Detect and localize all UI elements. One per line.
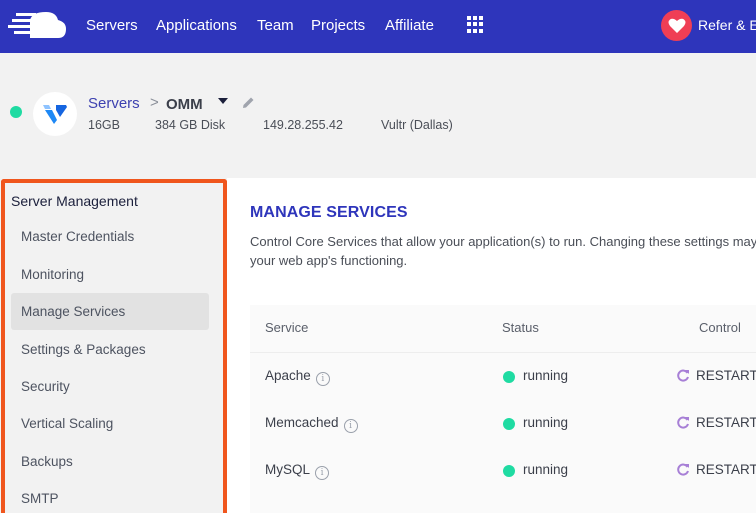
- table-row: Memcached i running RESTART: [250, 400, 756, 447]
- server-name: OMM: [166, 96, 203, 113]
- column-header-service: Service: [265, 320, 309, 335]
- status-text: running: [523, 462, 569, 477]
- column-header-status: Status: [502, 320, 539, 335]
- refer-earn-link[interactable]: Refer & Ea: [698, 17, 756, 33]
- sidebar-item-manage-services[interactable]: Manage Services: [11, 293, 209, 330]
- server-dropdown-caret-icon[interactable]: [218, 98, 228, 104]
- server-disk: 384 GB Disk: [155, 118, 226, 132]
- restart-button[interactable]: RESTART: [677, 415, 756, 430]
- server-ip: 149.28.255.42: [263, 118, 343, 132]
- sidebar-item-settings-packages[interactable]: Settings & Packages: [11, 331, 209, 368]
- service-name: Apache i: [265, 368, 330, 386]
- page-description: Control Core Services that allow your ap…: [250, 234, 756, 268]
- info-icon[interactable]: i: [315, 372, 330, 386]
- nav-servers[interactable]: Servers: [86, 17, 138, 34]
- server-management-sidebar: Server Management Master Credentials Mon…: [1, 179, 227, 513]
- restart-button[interactable]: RESTART: [677, 462, 756, 477]
- restart-button[interactable]: RESTART: [677, 368, 756, 383]
- breadcrumb-servers-link[interactable]: Servers: [88, 95, 140, 112]
- sidebar-title: Server Management: [11, 193, 138, 209]
- status-dot-icon: [503, 371, 515, 383]
- sidebar-item-backups[interactable]: Backups: [11, 443, 209, 480]
- table-row: Apache i running RESTART: [250, 353, 756, 400]
- column-header-control: Control: [699, 320, 741, 335]
- page-title: MANAGE SERVICES: [250, 204, 408, 221]
- nav-projects[interactable]: Projects: [311, 17, 365, 34]
- sidebar-item-vertical-scaling[interactable]: Vertical Scaling: [11, 405, 209, 442]
- cloudways-logo-icon[interactable]: [8, 10, 68, 42]
- edit-pencil-icon[interactable]: [242, 96, 255, 109]
- server-provider: Vultr (Dallas): [381, 118, 453, 132]
- status-text: running: [523, 415, 569, 430]
- table-row: MySQL i running RESTART: [250, 447, 756, 494]
- service-name: Memcached i: [265, 415, 358, 433]
- status-dot-icon: [503, 465, 515, 477]
- nav-applications[interactable]: Applications: [156, 17, 237, 34]
- heart-icon[interactable]: [661, 10, 692, 41]
- main-panel: MANAGE SERVICES Control Core Services th…: [227, 178, 756, 513]
- restart-icon: [677, 369, 689, 382]
- info-icon[interactable]: i: [343, 419, 358, 433]
- status-dot-icon: [503, 418, 515, 430]
- sidebar-item-security[interactable]: Security: [11, 368, 209, 405]
- info-icon[interactable]: i: [315, 466, 330, 480]
- services-table: Service Status Control Apache i running R…: [250, 305, 756, 513]
- nav-affiliate[interactable]: Affiliate: [385, 17, 434, 34]
- service-name: MySQL i: [265, 462, 330, 480]
- sidebar-item-smtp[interactable]: SMTP: [11, 480, 209, 513]
- restart-icon: [677, 463, 689, 476]
- breadcrumb-separator-icon: >: [150, 94, 159, 111]
- sidebar-item-master-credentials[interactable]: Master Credentials: [11, 218, 209, 255]
- sidebar-item-monitoring[interactable]: Monitoring: [11, 256, 209, 293]
- restart-icon: [677, 416, 689, 429]
- vultr-logo-icon: [33, 92, 77, 136]
- apps-grid-icon[interactable]: [467, 16, 484, 33]
- status-text: running: [523, 368, 569, 383]
- server-ram: 16GB: [88, 118, 120, 132]
- server-status-dot: [10, 106, 22, 118]
- top-navbar: Servers Applications Team Projects Affil…: [0, 0, 756, 53]
- nav-team[interactable]: Team: [257, 17, 294, 34]
